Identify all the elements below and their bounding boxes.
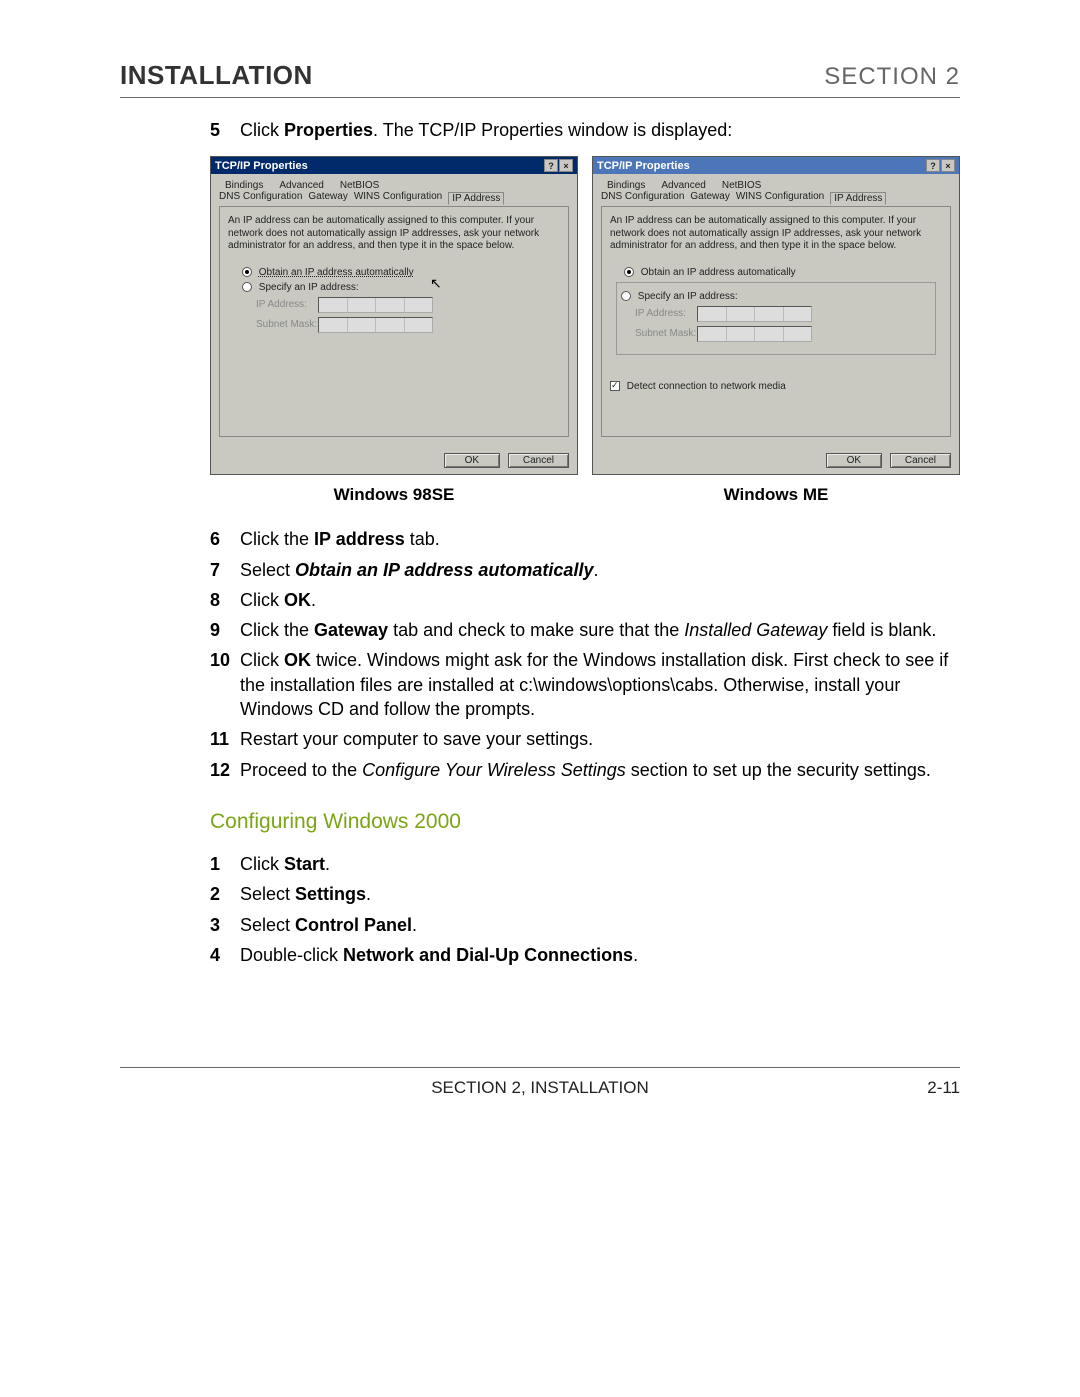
step-number: 9	[210, 618, 240, 642]
step-text: Click Start.	[240, 852, 960, 876]
step-text: Click the IP address tab.	[240, 527, 960, 551]
step-number: 1	[210, 852, 240, 876]
instruction-step: 12Proceed to the Configure Your Wireless…	[210, 758, 960, 782]
tab-ipaddress-me[interactable]: IP Address	[830, 192, 886, 205]
cancel-button-me[interactable]: Cancel	[890, 453, 951, 468]
header-title-left: INSTALLATION	[120, 60, 313, 91]
detect-label: Detect connection to network media	[627, 381, 786, 392]
instruction-step: 9Click the Gateway tab and check to make…	[210, 618, 960, 642]
footer-rule	[120, 1067, 960, 1068]
tab-dns-me[interactable]: DNS Configuration	[601, 191, 684, 204]
ip-address-input	[318, 297, 433, 313]
dialog-titlebar: TCP/IP Properties ? ×	[211, 157, 577, 174]
step-number: 7	[210, 558, 240, 582]
tab-gateway-me[interactable]: Gateway	[690, 191, 729, 204]
step-text: Select Settings.	[240, 882, 960, 906]
header-rule	[120, 97, 960, 98]
tab-bindings[interactable]: Bindings	[225, 180, 263, 191]
step-text: Proceed to the Configure Your Wireless S…	[240, 758, 960, 782]
instruction-step: 7Select Obtain an IP address automatical…	[210, 558, 960, 582]
radio-obtain-ip[interactable]	[242, 267, 252, 277]
ip-address-label: IP Address:	[256, 299, 318, 310]
instruction-step: 8Click OK.	[210, 588, 960, 612]
step-number: 11	[210, 727, 240, 751]
cursor-icon: ↖	[430, 275, 442, 292]
step-number: 8	[210, 588, 240, 612]
ip-address-input-me	[697, 306, 812, 322]
instruction-step: 3Select Control Panel.	[210, 913, 960, 937]
step-text: Click Properties. The TCP/IP Properties …	[240, 118, 960, 142]
footer-page-number: 2-11	[860, 1078, 960, 1098]
step-number: 10	[210, 648, 240, 721]
instruction-step: 6Click the IP address tab.	[210, 527, 960, 551]
tcpip-dialog-98se: TCP/IP Properties ? × Bindings Advanced …	[210, 156, 578, 475]
tab-bindings-me[interactable]: Bindings	[607, 180, 645, 191]
ok-button-me[interactable]: OK	[826, 453, 882, 468]
caption-98se: Windows 98SE	[210, 485, 578, 505]
dialog-hint-text: An IP address can be automatically assig…	[228, 215, 560, 253]
step-text: Select Control Panel.	[240, 913, 960, 937]
step-text: Restart your computer to save your setti…	[240, 727, 960, 751]
detect-checkbox[interactable]	[610, 381, 620, 391]
tab-ipaddress[interactable]: IP Address	[448, 192, 504, 205]
step-number: 4	[210, 943, 240, 967]
instruction-step: 1Click Start.	[210, 852, 960, 876]
cancel-button[interactable]: Cancel	[508, 453, 569, 468]
radio-specify-ip-label-me: Specify an IP address:	[638, 291, 738, 302]
subnet-mask-label-me: Subnet Mask:	[635, 328, 697, 339]
step-number: 5	[210, 118, 240, 142]
step-text: Select Obtain an IP address automaticall…	[240, 558, 960, 582]
instruction-step: 2Select Settings.	[210, 882, 960, 906]
help-icon[interactable]: ?	[544, 159, 558, 172]
help-icon-me[interactable]: ?	[926, 159, 940, 172]
step-number: 6	[210, 527, 240, 551]
subnet-mask-input-me	[697, 326, 812, 342]
header-title-right: SECTION 2	[824, 63, 960, 91]
step-number: 3	[210, 913, 240, 937]
subnet-mask-input	[318, 317, 433, 333]
radio-obtain-ip-me[interactable]	[624, 267, 634, 277]
tab-netbios-me[interactable]: NetBIOS	[722, 180, 761, 191]
tab-advanced-me[interactable]: Advanced	[661, 180, 705, 191]
tab-gateway[interactable]: Gateway	[308, 191, 347, 204]
tcpip-dialog-me: TCP/IP Properties ? × Bindings Advanced …	[592, 156, 960, 475]
step-text: Click the Gateway tab and check to make …	[240, 618, 960, 642]
dialog-title-text-me: TCP/IP Properties	[597, 160, 690, 172]
close-icon-me[interactable]: ×	[941, 159, 955, 172]
instruction-step: 5Click Properties. The TCP/IP Properties…	[210, 118, 960, 142]
dialog-titlebar-me: TCP/IP Properties ? ×	[593, 157, 959, 174]
instruction-step: 4Double-click Network and Dial-Up Connec…	[210, 943, 960, 967]
radio-obtain-ip-label: Obtain an IP address automatically	[259, 267, 414, 278]
ip-address-label-me: IP Address:	[635, 308, 697, 319]
radio-obtain-ip-label-me: Obtain an IP address automatically	[641, 267, 796, 278]
ok-button[interactable]: OK	[444, 453, 500, 468]
footer-center: SECTION 2, INSTALLATION	[220, 1078, 860, 1098]
instruction-step: 11Restart your computer to save your set…	[210, 727, 960, 751]
radio-specify-ip-label: Specify an IP address:	[259, 282, 359, 293]
subheading-win2000: Configuring Windows 2000	[210, 810, 960, 834]
radio-specify-ip[interactable]	[242, 282, 252, 292]
step-number: 12	[210, 758, 240, 782]
tab-dns[interactable]: DNS Configuration	[219, 191, 302, 204]
step-text: Click OK twice. Windows might ask for th…	[240, 648, 960, 721]
instruction-step: 10Click OK twice. Windows might ask for …	[210, 648, 960, 721]
tab-advanced[interactable]: Advanced	[279, 180, 323, 191]
dialog-hint-text-me: An IP address can be automatically assig…	[610, 215, 942, 253]
tab-wins[interactable]: WINS Configuration	[354, 191, 442, 204]
step-text: Click OK.	[240, 588, 960, 612]
radio-specify-ip-me[interactable]	[621, 291, 631, 301]
tab-netbios[interactable]: NetBIOS	[340, 180, 379, 191]
step-text: Double-click Network and Dial-Up Connect…	[240, 943, 960, 967]
caption-me: Windows ME	[592, 485, 960, 505]
close-icon[interactable]: ×	[559, 159, 573, 172]
dialog-title-text: TCP/IP Properties	[215, 160, 308, 172]
tab-wins-me[interactable]: WINS Configuration	[736, 191, 824, 204]
step-number: 2	[210, 882, 240, 906]
subnet-mask-label: Subnet Mask:	[256, 319, 318, 330]
